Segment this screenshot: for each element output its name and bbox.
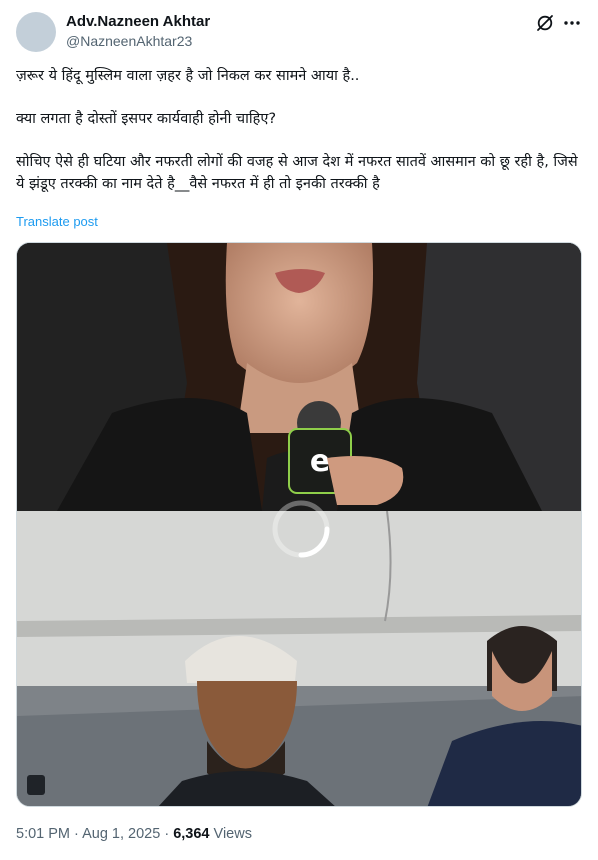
post-timestamp[interactable]: 5:01 PM · Aug 1, 2025 · 6,364 Views <box>16 826 252 842</box>
views-label: Views <box>213 826 252 842</box>
translate-post-link[interactable]: Translate post <box>16 214 98 229</box>
separator: · <box>160 826 174 842</box>
avatar[interactable] <box>16 12 56 52</box>
video-player[interactable]: e <box>16 242 582 807</box>
views-count: 6,364 <box>173 826 210 842</box>
post-time: 5:01 PM <box>16 826 70 842</box>
video-badge-icon[interactable] <box>27 775 45 795</box>
author-handle[interactable]: @NazneenAkhtar23 <box>66 33 192 49</box>
post-paragraph: क्या लगता है दोस्तों इसपर कार्यवाही होनी… <box>16 111 277 127</box>
loading-spinner-icon <box>269 497 333 561</box>
grok-icon[interactable] <box>535 13 555 33</box>
post-paragraph: ज़रूर ये हिंदू मुस्लिम वाला ज़हर है जो न… <box>16 68 360 84</box>
separator: · <box>70 826 83 842</box>
svg-text:e: e <box>310 444 330 479</box>
post-paragraph: सोचिए ऐसे ही घटिया और नफरती लोगों की वजह… <box>16 154 578 192</box>
post-date: Aug 1, 2025 <box>82 826 161 842</box>
author-name[interactable]: Adv.Nazneen Akhtar <box>66 13 210 30</box>
video-frame-top: e <box>17 243 581 511</box>
post-text: ज़रूर ये हिंदू मुस्लिम वाला ज़हर है जो न… <box>16 66 582 195</box>
more-icon[interactable] <box>562 13 582 33</box>
